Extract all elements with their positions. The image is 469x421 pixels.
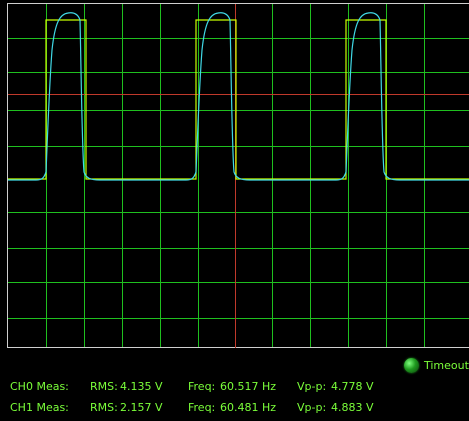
ch0-rms-value: 4.135 V: [120, 380, 163, 393]
timeout-label: Timeout: [424, 359, 469, 372]
ch1-vpp-value: 4.883 V: [331, 401, 374, 414]
ch0-vpp-label: Vp-p:: [297, 380, 327, 393]
ch0-vpp-value: 4.778 V: [331, 380, 374, 393]
scope-screen: [0, 0, 469, 354]
oscilloscope-display: [0, 0, 469, 354]
ch0-rms-label: RMS:: [90, 380, 118, 393]
ch1-vpp-label: Vp-p:: [297, 401, 327, 414]
ch0-freq-value: 60.517 Hz: [220, 380, 277, 393]
ch1-freq-value: 60.481 Hz: [220, 401, 277, 414]
ch0-freq-label: Freq:: [188, 380, 216, 393]
scope-background: [0, 0, 469, 354]
ch0-meas-label: CH0 Meas:: [10, 380, 69, 393]
ch1-freq-label: Freq:: [188, 401, 216, 414]
ch1-rms-value: 2.157 V: [120, 401, 163, 414]
ch1-meas-label: CH1 Meas:: [10, 401, 69, 414]
ch1-rms-label: RMS:: [90, 401, 118, 414]
led-indicator-icon: [404, 358, 419, 373]
